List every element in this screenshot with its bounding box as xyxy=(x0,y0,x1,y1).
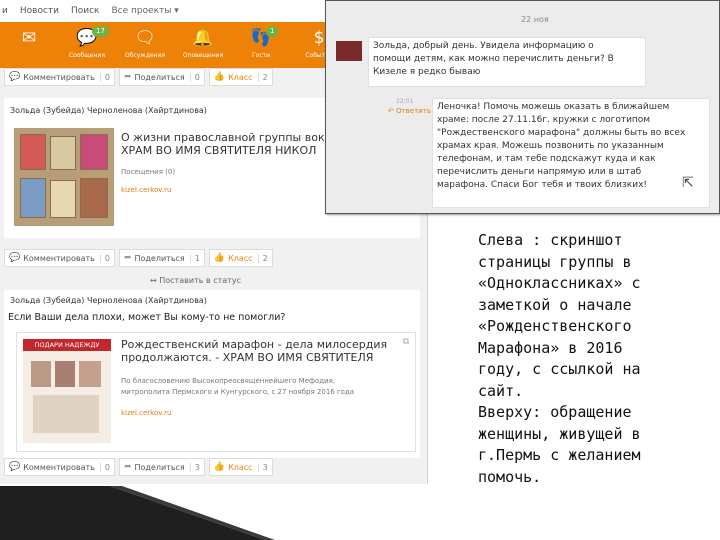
toolbar-item-2[interactable]: 🗨 Обсуждения xyxy=(116,22,174,68)
like-icon: 👍 xyxy=(213,462,226,472)
toolbar-item-label: Оповещения xyxy=(182,52,224,59)
set-status-link[interactable]: ↔ Поставить в статус xyxy=(150,276,241,285)
comment-button[interactable]: 💬 Комментировать 0 xyxy=(4,68,115,86)
card-link[interactable]: kizel.cerkov.ru xyxy=(121,186,171,194)
message-date: 22 ноя xyxy=(521,15,549,24)
discussion-icon: 🗨 xyxy=(134,28,156,48)
notification-badge: 1 xyxy=(266,26,279,37)
comment-button[interactable]: 💬 Комментировать 0 xyxy=(4,249,115,267)
klass-button[interactable]: 👍 Класс 2 xyxy=(208,68,273,86)
post-text: Если Ваши дела плохи, может Вы кому-то н… xyxy=(8,312,286,323)
reply-icon: ↶ xyxy=(388,107,397,115)
cursor-icon: ⇱ xyxy=(682,175,694,191)
post-actions-top: 💬 Комментировать 0 ➦ Поделиться 0 👍 Класс 2 xyxy=(4,68,273,86)
outgoing-message: Леночка! Помочь можешь оказать в ближайш… xyxy=(432,98,710,208)
incoming-message: Зольда, добрый день. Увидела информацию … xyxy=(368,37,646,87)
share-icon: ↔ xyxy=(150,276,160,285)
toolbar-item-label: Сообщения xyxy=(68,52,105,59)
card-title-2[interactable]: продолжаются. - ХРАМ ВО ИМЯ СВЯТИТЕЛЯ xyxy=(121,352,411,364)
share-button[interactable]: ➦ Поделиться 3 xyxy=(118,458,205,476)
card-link[interactable]: kizel.cerkov.ru xyxy=(121,409,171,417)
toolbar-item-3[interactable]: 🔔 Оповещения xyxy=(174,22,232,68)
icons-photo[interactable] xyxy=(14,128,114,226)
post-author[interactable]: Зольда (Зубейда) Черноленова (Хайртдинов… xyxy=(10,106,207,115)
card-description-2: митрополита Пермского и Кунгурского, с 2… xyxy=(121,388,355,396)
post-author[interactable]: Зольда (Зубейда) Черноленова (Хайртдинов… xyxy=(10,296,207,305)
nav-item-0[interactable]: и xyxy=(2,6,8,16)
nav-item-news[interactable]: Новости xyxy=(20,6,59,16)
toolbar-item-label: Обсуждения xyxy=(125,52,165,59)
share-icon: ➦ xyxy=(123,462,132,472)
klass-button[interactable]: 👍 Класс 3 xyxy=(208,458,273,476)
card-title[interactable]: Рождественский марафон - дела милосердия xyxy=(121,339,411,351)
like-icon: 👍 xyxy=(213,253,226,263)
toolbar-item-label: Гости xyxy=(251,52,271,59)
share-icon: ➦ xyxy=(123,72,132,82)
reply-link[interactable]: ↶ Ответить xyxy=(388,107,431,115)
toolbar-item-0[interactable]: ✉ xyxy=(0,22,58,68)
bell-icon: 🔔 xyxy=(192,28,214,48)
marathon-poster[interactable]: ПОДАРИ НАДЕЖДУ xyxy=(23,339,111,443)
toolbar-item-1[interactable]: 💬 17 Сообщения xyxy=(58,22,116,68)
external-link-icon[interactable]: ⧉ xyxy=(403,337,409,347)
toolbar-item-4[interactable]: 👣 1 Гости xyxy=(232,22,290,68)
post-1-actions: 💬 Комментировать 0 ➦ Поделиться 1 👍 Класс 2 xyxy=(4,249,273,267)
mail-icon: ✉ xyxy=(21,28,37,48)
comment-icon: 💬 xyxy=(9,72,21,82)
nav-item-search[interactable]: Поиск xyxy=(71,6,100,16)
caption-text: Слева : скриншот страницы группы в «Одно… xyxy=(478,231,641,486)
card-description-1: По благословению Высокопреосвященнейшего… xyxy=(121,377,336,385)
message-time: 22:01 xyxy=(396,98,414,105)
nav-item-all-projects[interactable]: Все проекты ▾ xyxy=(112,6,179,16)
comment-button[interactable]: 💬 Комментировать 0 xyxy=(4,458,115,476)
post-2-actions: 💬 Комментировать 0 ➦ Поделиться 3 👍 Класс 3 xyxy=(4,458,273,476)
share-button[interactable]: ➦ Поделиться 1 xyxy=(118,249,205,267)
message-screenshot: 22 ноя Зольда, добрый день. Увидела инфо… xyxy=(325,0,720,214)
link-card[interactable]: ПОДАРИ НАДЕЖДУ Рождественский марафон - … xyxy=(16,332,416,452)
klass-button[interactable]: 👍 Класс 2 xyxy=(208,249,273,267)
comment-icon: 💬 xyxy=(9,462,21,472)
card-visits: Посещения (0) xyxy=(121,168,176,176)
share-button[interactable]: ➦ Поделиться 0 xyxy=(118,68,205,86)
notification-badge: 17 xyxy=(92,26,109,37)
like-icon: 👍 xyxy=(213,72,226,82)
post-2: Зольда (Зубейда) Черноленова (Хайртдинов… xyxy=(4,290,420,458)
poster-banner: ПОДАРИ НАДЕЖДУ xyxy=(23,339,111,351)
comment-icon: 💬 xyxy=(9,253,21,263)
avatar[interactable] xyxy=(336,41,362,61)
events-icon: $ xyxy=(313,28,325,48)
share-icon: ➦ xyxy=(123,253,132,263)
